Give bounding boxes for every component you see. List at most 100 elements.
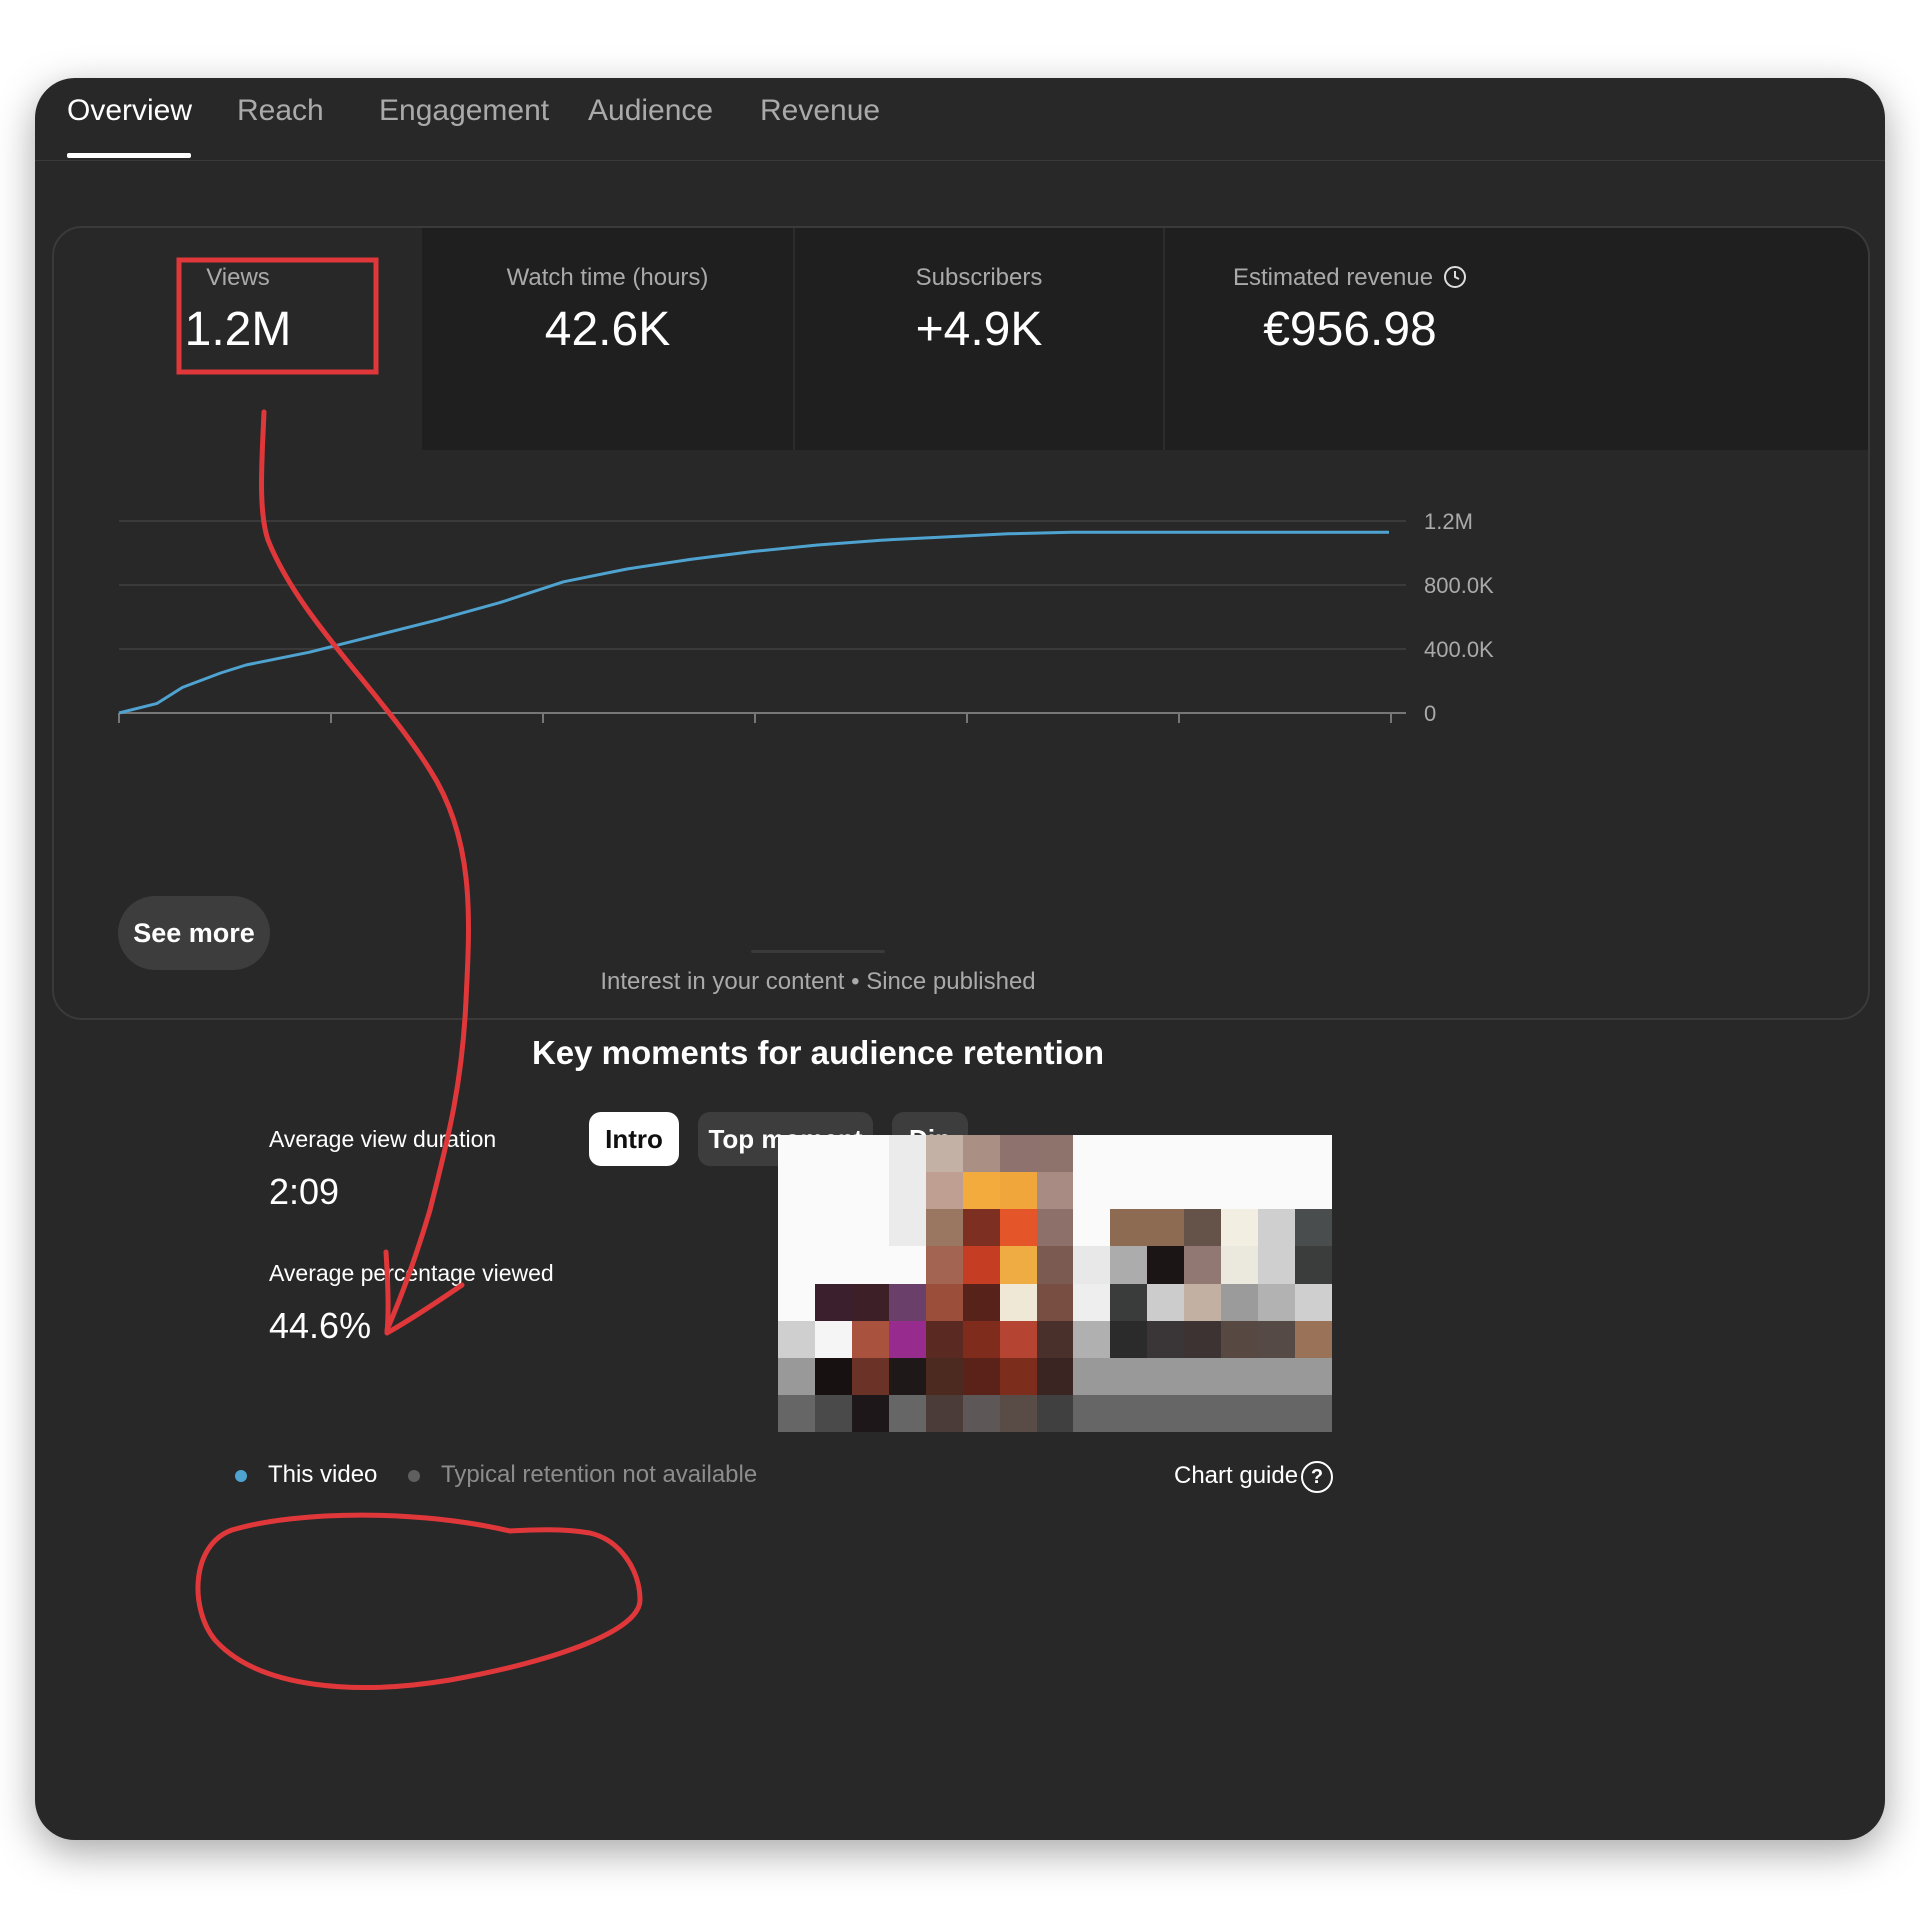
thumbnail-pixel	[1147, 1172, 1185, 1210]
help-icon[interactable]: ?	[1301, 1461, 1333, 1493]
thumbnail-pixel	[999, 1394, 1038, 1432]
thumbnail-pixel	[1295, 1320, 1332, 1359]
thumbnail-pixel	[1036, 1320, 1075, 1359]
thumbnail-pixel	[1295, 1172, 1332, 1210]
thumbnail-pixel	[1184, 1246, 1222, 1285]
chart-y-tick-label: 0	[1424, 701, 1436, 726]
thumbnail-pixel	[1110, 1135, 1148, 1173]
thumbnail-pixel	[925, 1209, 964, 1247]
chip-intro[interactable]: Intro	[589, 1112, 679, 1166]
thumbnail-pixel	[962, 1246, 1001, 1285]
thumbnail-pixel	[1036, 1283, 1075, 1322]
thumbnail-pixel	[814, 1135, 853, 1173]
thumbnail-pixel	[1184, 1209, 1222, 1247]
thumbnail-pixel	[888, 1283, 927, 1322]
thumbnail-pixel	[962, 1172, 1001, 1210]
thumbnail-pixel	[999, 1135, 1038, 1173]
thumbnail-pixel	[888, 1209, 927, 1247]
thumbnail-pixel	[1073, 1246, 1111, 1285]
avg-percentage-viewed-label: Average percentage viewed	[269, 1260, 554, 1286]
tab-revenue[interactable]: Revenue	[760, 94, 880, 128]
thumbnail-pixel	[962, 1394, 1001, 1432]
views-line-chart: 1.2M 800.0K 400.0K 0	[118, 509, 1494, 726]
overview-card: Views 1.2M Watch time (hours) 42.6K Subs…	[52, 226, 1870, 1020]
thumbnail-pixel	[1036, 1246, 1075, 1285]
thumbnail-pixel	[778, 1172, 816, 1210]
thumbnail-pixel	[962, 1135, 1001, 1173]
thumbnail-pixel	[1295, 1135, 1332, 1173]
thumbnail-pixel	[851, 1283, 890, 1322]
thumbnail-pixel	[778, 1135, 816, 1173]
thumbnail-pixel	[1184, 1320, 1222, 1359]
thumbnail-pixel	[1184, 1172, 1222, 1210]
thumbnail-pixel	[1147, 1283, 1185, 1322]
thumbnail-pixel	[1110, 1357, 1148, 1396]
thumbnail-pixel	[1110, 1246, 1148, 1285]
thumbnail-pixel	[1147, 1209, 1185, 1247]
thumbnail-pixel	[888, 1320, 927, 1359]
tab-reach[interactable]: Reach	[237, 94, 324, 128]
thumbnail-pixel	[1295, 1357, 1332, 1396]
thumbnail-pixel	[1036, 1357, 1075, 1396]
see-more-button[interactable]: See more	[118, 896, 270, 970]
thumbnail-pixel	[1036, 1135, 1075, 1173]
thumbnail-pixel	[814, 1172, 853, 1210]
chart-y-tick-label: 400.0K	[1424, 637, 1494, 662]
section-subtitle: Interest in your content • Since publish…	[600, 968, 1036, 995]
tab-overview[interactable]: Overview	[67, 94, 192, 128]
thumbnail-pixel	[1073, 1394, 1111, 1432]
thumbnail-pixel	[1036, 1209, 1075, 1247]
thumbnail-pixel	[1221, 1283, 1259, 1322]
thumbnail-pixel	[814, 1209, 853, 1247]
thumbnail-pixel	[1110, 1320, 1148, 1359]
thumbnail-pixel	[1221, 1246, 1259, 1285]
avg-percentage-viewed-value: 44.6%	[269, 1305, 372, 1346]
thumbnail-pixel	[1258, 1394, 1296, 1432]
thumbnail-pixel	[925, 1135, 964, 1173]
thumbnail-pixel	[925, 1283, 964, 1322]
thumbnail-pixel	[1073, 1320, 1111, 1359]
thumbnail-pixel	[778, 1357, 816, 1396]
thumbnail-pixel	[778, 1209, 816, 1247]
thumbnail-pixel	[851, 1209, 890, 1247]
video-thumbnail-preview[interactable]	[778, 1135, 1332, 1432]
thumbnail-pixel	[1110, 1283, 1148, 1322]
thumbnail-pixel	[925, 1320, 964, 1359]
thumbnail-pixel	[1036, 1394, 1075, 1432]
thumbnail-pixel	[851, 1135, 890, 1173]
thumbnail-pixel	[778, 1283, 816, 1322]
thumbnail-pixel	[1147, 1135, 1185, 1173]
thumbnail-pixel	[925, 1394, 964, 1432]
thumbnail-pixel	[1221, 1172, 1259, 1210]
chart-y-tick-label: 1.2M	[1424, 509, 1473, 534]
thumbnail-pixel	[814, 1394, 853, 1432]
thumbnail-pixel	[999, 1209, 1038, 1247]
thumbnail-pixel	[1073, 1357, 1111, 1396]
thumbnail-pixel	[851, 1172, 890, 1210]
thumbnail-pixel	[1110, 1172, 1148, 1210]
thumbnail-pixel	[888, 1135, 927, 1173]
avg-view-duration-label: Average view duration	[269, 1126, 497, 1152]
thumbnail-pixel	[1073, 1209, 1111, 1247]
thumbnail-pixel	[814, 1283, 853, 1322]
legend-dot-typical-retention	[408, 1470, 420, 1482]
thumbnail-pixel	[814, 1357, 853, 1396]
thumbnail-pixel	[888, 1357, 927, 1396]
thumbnail-pixel	[1295, 1246, 1332, 1285]
thumbnail-pixel	[925, 1172, 964, 1210]
thumbnail-pixel	[1295, 1394, 1332, 1432]
thumbnail-pixel	[1221, 1394, 1259, 1432]
thumbnail-pixel	[1073, 1172, 1111, 1210]
thumbnail-pixel	[999, 1357, 1038, 1396]
thumbnail-pixel	[1147, 1320, 1185, 1359]
tab-audience[interactable]: Audience	[588, 94, 713, 128]
thumbnail-pixel	[999, 1246, 1038, 1285]
thumbnail-pixel	[1184, 1394, 1222, 1432]
thumbnail-pixel	[1221, 1209, 1259, 1247]
thumbnail-pixel	[962, 1209, 1001, 1247]
chart-y-tick-label: 800.0K	[1424, 573, 1494, 598]
tab-engagement[interactable]: Engagement	[379, 94, 549, 128]
thumbnail-pixel	[1295, 1283, 1332, 1322]
chart-guide-link[interactable]: Chart guide	[1174, 1462, 1298, 1490]
thumbnail-pixel	[1036, 1172, 1075, 1210]
